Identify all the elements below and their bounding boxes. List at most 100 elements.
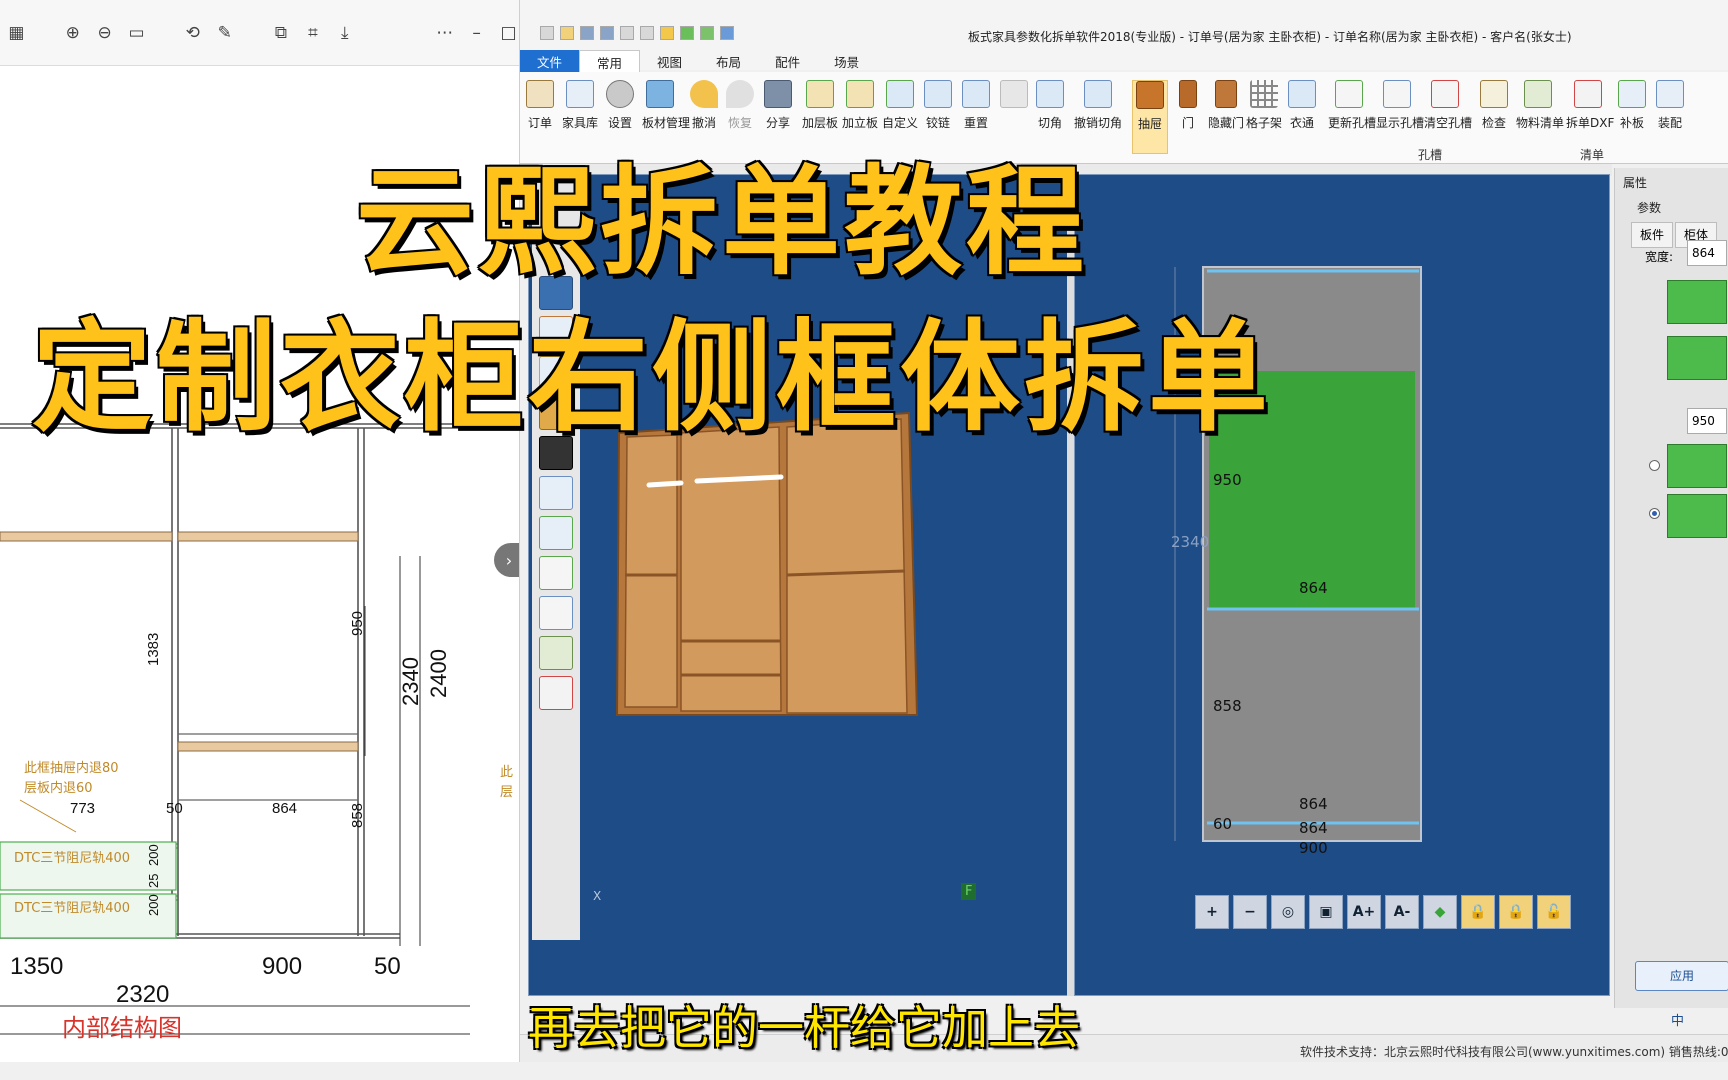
fit-page-icon[interactable]: ▭ [126,22,147,44]
new-file-icon[interactable] [540,26,554,40]
camera-icon[interactable] [539,476,573,510]
save-as-icon[interactable] [600,26,614,40]
lightbulb-icon[interactable] [660,26,674,40]
share-button[interactable]: 分享 [760,80,796,131]
add-shelf-icon [806,80,834,108]
height-input[interactable]: 950 [1687,408,1727,434]
hinge-button[interactable]: 铰链 [920,80,956,131]
drawer-button[interactable]: 抽屉 [1132,80,1168,154]
apply-button[interactable]: 应用 [1635,961,1728,991]
next-page-button[interactable]: › [494,543,519,577]
screenshot-button[interactable]: ▣ [1309,895,1343,929]
radio-option-2[interactable] [1649,508,1660,519]
undo-button[interactable]: 撤消 [686,80,722,131]
dim-25: 25 [146,874,161,888]
tab-layout[interactable]: 布局 [699,50,758,72]
tab-common[interactable]: 常用 [579,50,641,72]
tab-board[interactable]: 板件 [1631,222,1673,248]
zoom-in-button[interactable]: + [1195,895,1229,929]
reset-button[interactable]: 重置 [958,80,994,131]
open-folder-icon[interactable] [560,26,574,40]
settings-button[interactable]: 设置 [602,80,638,131]
refresh-icon[interactable] [680,26,694,40]
lattice-rack-button[interactable]: 格子架 [1246,80,1282,131]
radio-option-1[interactable] [1649,460,1660,471]
disabled-tool-button[interactable] [996,80,1032,114]
undo-corner-cut-button[interactable]: 撤销切角 [1074,80,1122,131]
bottom-strip [0,1062,1728,1080]
clear-holes-button[interactable]: 清空孔槽 [1424,80,1472,131]
refresh-holes-icon[interactable] [539,556,573,590]
maximize-icon[interactable]: □ [498,22,519,44]
board-management-button[interactable]: 板材管理 [642,80,690,131]
save-icon[interactable] [580,26,594,40]
ruler-icon[interactable] [700,26,714,40]
custom-button[interactable]: 自定义 [882,80,918,131]
dim2d-950: 950 [1213,471,1242,489]
search-panel-icon[interactable] [539,596,573,630]
update-holes-icon [1335,80,1363,108]
width-input[interactable]: 864 [1687,240,1727,266]
report-icon[interactable] [640,26,654,40]
layers-icon[interactable] [539,636,573,670]
clothes-rail-button[interactable]: 衣通 [1284,80,1320,131]
minimize-icon[interactable]: – [466,22,487,44]
show-holes-button[interactable]: 显示孔槽 [1376,80,1424,131]
video-subtitle: 再去把它的一杆给它加上去 [528,1001,1080,1055]
dim-1383: 1383 [145,633,162,666]
tab-file[interactable]: 文件 [520,50,580,72]
more-icon[interactable]: ⋯ [434,22,455,44]
dxf-icon[interactable] [539,676,573,710]
zoom-in-icon[interactable]: ⊕ [62,22,83,44]
edit-icon[interactable]: ✎ [214,22,235,44]
tab-accessories[interactable]: 配件 [758,50,817,72]
door-button[interactable]: 门 [1170,80,1206,131]
view-toolbar: + − ◎ ▣ A+ A- ◆ 🔒 🔒 🔓 [1195,895,1571,929]
rotate-icon[interactable]: ⟲ [182,22,203,44]
download-icon[interactable]: ⤓ [334,22,355,44]
cube-top-icon[interactable] [1667,444,1727,488]
house-icon[interactable] [720,26,734,40]
cube-depth-icon[interactable] [1667,336,1727,380]
check-button[interactable]: 检查 [1476,80,1512,131]
dim-2320: 2320 [116,981,169,1008]
font-larger-button[interactable]: A+ [1347,895,1381,929]
add-shelf-button[interactable]: 加层板 [802,80,838,131]
zoom-fit-button[interactable]: ◎ [1271,895,1305,929]
patch-board-button[interactable]: 补板 [1614,80,1650,131]
hidden-door-button[interactable]: 隐藏门 [1208,80,1244,131]
export-dxf-button[interactable]: 拆单DXF [1566,80,1614,131]
copy-icon[interactable]: ⧉ [270,22,291,44]
check-icon [1480,80,1508,108]
print-icon[interactable] [620,26,634,40]
redo-button[interactable]: 恢复 [722,80,758,131]
drawer-icon [1136,81,1164,109]
hidden-door-icon [1215,80,1237,108]
lock-red-button[interactable]: 🔒 [1461,895,1495,929]
tab-view[interactable]: 视图 [640,50,699,72]
cube-width-icon[interactable] [1667,280,1727,324]
lattice-icon [1250,80,1278,108]
tab-scene[interactable]: 场景 [817,50,876,72]
zoom-out-icon[interactable]: ⊖ [94,22,115,44]
add-view-icon[interactable] [539,516,573,550]
edge-note: 此 [500,765,513,780]
order-button[interactable]: 订单 [522,80,558,131]
ime-indicator: 中 [1671,1014,1685,1029]
font-smaller-button[interactable]: A- [1385,895,1419,929]
furniture-library-button[interactable]: 家具库 [562,80,598,131]
cube-bottom-icon[interactable] [1667,494,1727,538]
zoom-out-button[interactable]: − [1233,895,1267,929]
lock-button[interactable]: 🔒 [1499,895,1533,929]
update-holes-button[interactable]: 更新孔槽 [1328,80,1376,131]
grid-icon[interactable]: ▦ [6,22,27,44]
unlock-button[interactable]: 🔓 [1537,895,1571,929]
clothes-rail-icon [1288,80,1316,108]
diamond-button[interactable]: ◆ [1423,895,1457,929]
crop-icon[interactable]: ⌗ [302,22,323,44]
corner-cut-button[interactable]: 切角 [1032,80,1068,131]
add-vertical-board-button[interactable]: 加立板 [842,80,878,131]
assembly-button[interactable]: 装配 [1652,80,1688,131]
material-list-button[interactable]: 物料清单 [1516,80,1564,131]
dim2d-900: 900 [1299,839,1328,857]
